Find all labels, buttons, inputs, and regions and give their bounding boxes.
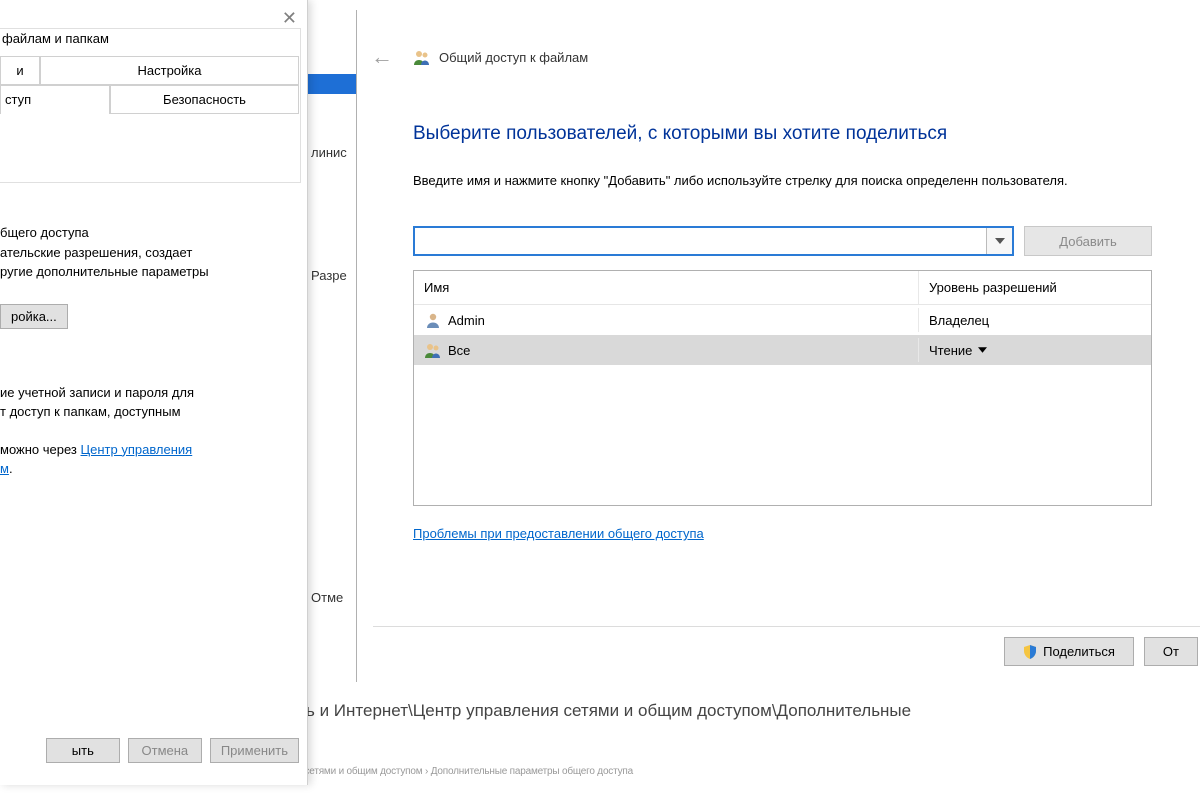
close-button[interactable]: ыть — [46, 738, 120, 763]
user-name: Admin — [448, 313, 485, 328]
column-name[interactable]: Имя — [414, 271, 919, 304]
advanced-settings-button[interactable]: ройка... — [0, 304, 68, 329]
apply-button[interactable]: Применить — [210, 738, 299, 763]
user-list-header: Имя Уровень разрешений — [414, 271, 1151, 305]
column-permission[interactable]: Уровень разрешений — [919, 271, 1151, 304]
cancel-share-button[interactable]: От — [1144, 637, 1198, 666]
group-icon — [424, 341, 442, 359]
tab-access[interactable]: ступ — [0, 85, 110, 114]
back-arrow-icon[interactable]: ← — [365, 44, 399, 70]
chevron-down-icon[interactable] — [986, 228, 1012, 254]
user-row[interactable]: Admin Владелец — [414, 305, 1151, 335]
dialog-button-row: ыть Отмена Применить — [0, 738, 299, 763]
bg-text-linis: линис — [311, 145, 347, 160]
troubleshoot-link[interactable]: Проблемы при предоставлении общего досту… — [413, 526, 704, 541]
share-footer: Поделиться От — [373, 626, 1200, 666]
user-input[interactable] — [415, 228, 986, 254]
permission-level: Чтение — [929, 343, 972, 358]
advanced-heading: бщего доступа — [0, 223, 301, 243]
protect-line1: ие учетной записи и пароля для — [0, 383, 301, 403]
bg-text-razre: Разре — [311, 268, 347, 283]
shield-icon — [1023, 645, 1037, 659]
protect-line2: т доступ к папкам, доступным — [0, 402, 301, 422]
share-heading: Выберите пользователей, с которыми вы хо… — [413, 122, 1152, 147]
breadcrumb-path: ь и Интернет\Центр управления сетями и о… — [306, 701, 911, 721]
permission-level: Владелец — [929, 313, 989, 328]
people-icon — [413, 48, 431, 66]
share-header: ← Общий доступ к файлам — [357, 10, 1200, 78]
user-list: Имя Уровень разрешений Admin Владелец — [413, 270, 1152, 506]
user-combobox[interactable] — [413, 226, 1014, 256]
bg-text-otme: Отме — [311, 590, 343, 605]
cancel-button[interactable]: Отмена — [128, 738, 202, 763]
chevron-down-icon — [978, 347, 987, 353]
file-sharing-dialog: ← Общий доступ к файлам Выберите пользов… — [356, 10, 1200, 682]
tab-security[interactable]: Безопасность — [110, 85, 299, 114]
share-title-text: Общий доступ к файлам — [439, 50, 588, 65]
share-description: Введите имя и нажмите кнопку "Добавить" … — [413, 171, 1152, 191]
user-icon — [424, 311, 442, 329]
share-main: Выберите пользователей, с которыми вы хо… — [357, 78, 1200, 541]
add-button[interactable]: Добавить — [1024, 226, 1152, 256]
background-sliver — [308, 0, 356, 800]
share-button[interactable]: Поделиться — [1004, 637, 1134, 666]
user-row[interactable]: Все Чтение — [414, 335, 1151, 365]
tab-partial-1[interactable]: и — [0, 56, 40, 85]
permission-dropdown[interactable]: Чтение — [929, 343, 987, 358]
advanced-line2: ругие дополнительные параметры — [0, 262, 301, 282]
protect-line3: можно через — [0, 442, 81, 457]
text-files-folders: файлам и папкам — [2, 29, 292, 49]
share-button-label: Поделиться — [1043, 644, 1115, 659]
network-center-link-cont[interactable]: м — [0, 461, 9, 476]
advanced-line1: ательские разрешения, создает — [0, 243, 301, 263]
properties-tabs: и Настройка ступ Безопасность — [0, 56, 299, 114]
close-icon[interactable]: ✕ — [282, 8, 297, 29]
properties-dialog: ✕ и Настройка ступ Безопасность файлам и… — [0, 0, 308, 785]
add-user-row: Добавить — [413, 226, 1152, 256]
share-title: Общий доступ к файлам — [413, 48, 588, 66]
user-name: Все — [448, 343, 470, 358]
tab-settings[interactable]: Настройка — [40, 56, 299, 85]
network-center-link[interactable]: Центр управления — [81, 442, 193, 457]
selection-band — [308, 74, 356, 94]
